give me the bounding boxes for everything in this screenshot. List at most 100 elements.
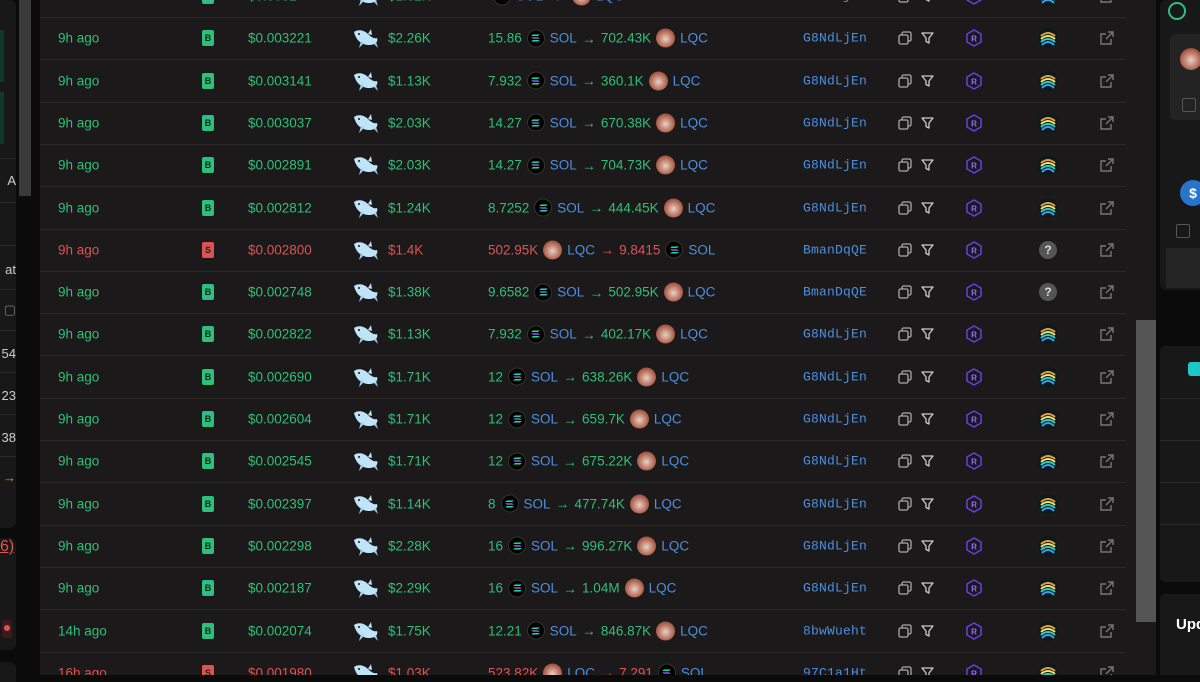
token-card[interactable] — [1170, 34, 1200, 120]
copy-icon[interactable] — [898, 31, 912, 45]
raydium-icon[interactable]: R — [965, 452, 983, 471]
filter-icon[interactable] — [921, 539, 934, 552]
copy-icon[interactable] — [898, 623, 912, 638]
raydium-icon[interactable]: R — [965, 410, 983, 428]
raydium-icon[interactable]: R — [965, 0, 983, 5]
copy-icon[interactable] — [898, 0, 912, 3]
external-link-icon[interactable] — [1099, 369, 1115, 385]
external-link-icon[interactable] — [1099, 200, 1115, 216]
copy-icon[interactable] — [898, 581, 912, 595]
copy-icon[interactable] — [898, 327, 912, 342]
trade-row[interactable]: 9h ago B $0.002604 $1.71K 12 SOL → 659.7K LQC G8N… — [40, 398, 1126, 441]
wallet-avatar-icon[interactable] — [1038, 535, 1058, 556]
filter-icon[interactable] — [921, 497, 934, 510]
raydium-icon[interactable]: R — [965, 621, 983, 640]
trade-row[interactable]: 9h ago B $0.002812 $1.24K 8.7252 SOL → 444.45K L… — [40, 187, 1126, 230]
trade-row[interactable]: 9h ago B $0.003141 $1.13K 7.932 SOL → 360.1K LQC… — [40, 60, 1126, 103]
external-link-icon[interactable] — [1099, 30, 1115, 46]
external-link-icon[interactable] — [1176, 224, 1190, 238]
maker-address-link[interactable]: G8NdLjEn — [803, 73, 867, 88]
filter-icon[interactable] — [921, 116, 934, 129]
copy-icon[interactable] — [898, 243, 912, 257]
external-link-icon[interactable] — [1099, 73, 1115, 89]
trade-row[interactable]: 16h ago S $0.001980 $1.03K 523.82K LQC → 7.291 S… — [40, 652, 1126, 675]
trade-row[interactable]: 9h ago B $0.002397 $1.14K 8 SOL → 477.74K LQC G8N… — [40, 483, 1126, 526]
maker-address-link[interactable]: 97C1a1Ht — [803, 665, 867, 675]
input-box[interactable] — [1166, 248, 1200, 288]
wallet-avatar-icon[interactable] — [1038, 578, 1058, 599]
trade-row[interactable]: 9h ago B $0.002545 $1.71K 12 SOL → 675.22K LQC G8… — [40, 440, 1126, 484]
raydium-icon[interactable]: R — [965, 114, 983, 132]
external-link-icon[interactable] — [1099, 665, 1115, 675]
copy-icon[interactable] — [898, 370, 912, 384]
trade-row[interactable]: 9h ago B $0.003221 $2.26K 15.86 SOL → 702.43K LQ… — [40, 17, 1126, 61]
filter-icon[interactable] — [921, 328, 934, 341]
external-link-icon[interactable] — [1099, 623, 1115, 639]
unknown-wallet-icon[interactable]: ? — [1038, 240, 1058, 260]
left-scrollbar[interactable] — [16, 0, 36, 675]
raydium-icon[interactable]: R — [965, 29, 983, 48]
maker-address-link[interactable]: G8NdLjEn — [803, 454, 867, 469]
wallet-avatar-icon[interactable] — [1038, 112, 1058, 133]
external-link-icon[interactable] — [1099, 242, 1115, 258]
external-link-icon[interactable] — [1099, 411, 1115, 427]
external-link-icon[interactable] — [1099, 326, 1115, 342]
wallet-avatar-icon[interactable] — [1038, 0, 1058, 6]
filter-icon[interactable] — [921, 666, 934, 675]
left-scrollbar-thumb[interactable] — [19, 0, 31, 196]
maker-address-link[interactable]: BmanDqQE — [803, 285, 867, 300]
external-link-icon[interactable] — [1182, 98, 1196, 112]
maker-address-link[interactable]: G8NdLjEn — [803, 200, 867, 215]
trade-row[interactable]: B $0.0032 $1.62K SOL → LQC G8NdLjEn R — [40, 0, 1126, 18]
maker-address-link[interactable]: G8NdLjEn — [803, 0, 867, 4]
toggle-chip[interactable] — [1188, 362, 1200, 376]
maker-address-link[interactable]: G8NdLjEn — [803, 31, 867, 46]
wallet-avatar-icon[interactable] — [1038, 493, 1058, 514]
wallet-avatar-icon[interactable] — [1038, 366, 1058, 387]
filter-icon[interactable] — [921, 413, 934, 426]
trade-row[interactable]: 9h ago B $0.002690 $1.71K 12 SOL → 638.26K LQC G8… — [40, 356, 1126, 399]
copy-icon[interactable] — [898, 73, 912, 88]
raydium-icon[interactable]: R — [965, 494, 983, 513]
external-link-icon[interactable] — [1099, 580, 1115, 596]
external-link-icon[interactable] — [1099, 538, 1115, 554]
copy-icon[interactable] — [898, 158, 912, 172]
raydium-icon[interactable]: R — [965, 156, 983, 175]
arrow-right-icon[interactable]: → — [0, 470, 16, 485]
filter-icon[interactable] — [921, 201, 934, 214]
trade-row[interactable]: 9h ago B $0.002748 $1.38K 9.6582 SOL → 502.95K L… — [40, 271, 1126, 315]
raydium-icon[interactable]: R — [965, 283, 983, 301]
filter-icon[interactable] — [921, 624, 934, 637]
wallet-avatar-icon[interactable] — [1038, 197, 1058, 218]
raydium-icon[interactable]: R — [965, 240, 983, 259]
filter-icon[interactable] — [921, 0, 934, 3]
maker-address-link[interactable]: 8bwWueht — [803, 623, 867, 638]
trade-row[interactable]: 9h ago B $0.002822 $1.13K 7.932 SOL → 402.17K LQ… — [40, 313, 1126, 357]
filter-icon[interactable] — [921, 74, 934, 87]
raydium-icon[interactable]: R — [965, 537, 983, 555]
maker-address-link[interactable]: G8NdLjEn — [803, 327, 867, 342]
external-link-icon[interactable] — [1099, 157, 1115, 173]
trade-row[interactable]: 14h ago B $0.002074 $1.75K 12.21 SOL → 846.87K L… — [40, 610, 1126, 653]
copy-icon[interactable] — [898, 496, 912, 511]
maker-address-link[interactable]: G8NdLjEn — [803, 412, 867, 427]
copy-icon[interactable] — [898, 454, 912, 468]
wallet-avatar-icon[interactable] — [1038, 451, 1058, 472]
wallet-avatar-icon[interactable] — [1038, 620, 1058, 641]
external-link-icon[interactable] — [1099, 496, 1115, 512]
filter-icon[interactable] — [921, 159, 934, 172]
filter-icon[interactable] — [921, 243, 934, 256]
copy-icon[interactable] — [898, 200, 912, 215]
copy-icon[interactable] — [898, 285, 912, 299]
filter-icon[interactable] — [921, 582, 934, 595]
copy-icon[interactable] — [898, 539, 912, 553]
filter-icon[interactable] — [921, 32, 934, 45]
maker-address-link[interactable]: G8NdLjEn — [803, 581, 867, 596]
wallet-avatar-icon[interactable] — [1038, 409, 1058, 429]
unknown-wallet-icon[interactable]: ? — [1038, 282, 1058, 302]
maker-address-link[interactable]: G8NdLjEn — [803, 158, 867, 173]
raydium-icon[interactable]: R — [965, 325, 983, 344]
raydium-icon[interactable]: R — [965, 367, 983, 386]
maker-address-link[interactable]: G8NdLjEn — [803, 538, 867, 553]
wallet-avatar-icon[interactable] — [1038, 324, 1058, 345]
